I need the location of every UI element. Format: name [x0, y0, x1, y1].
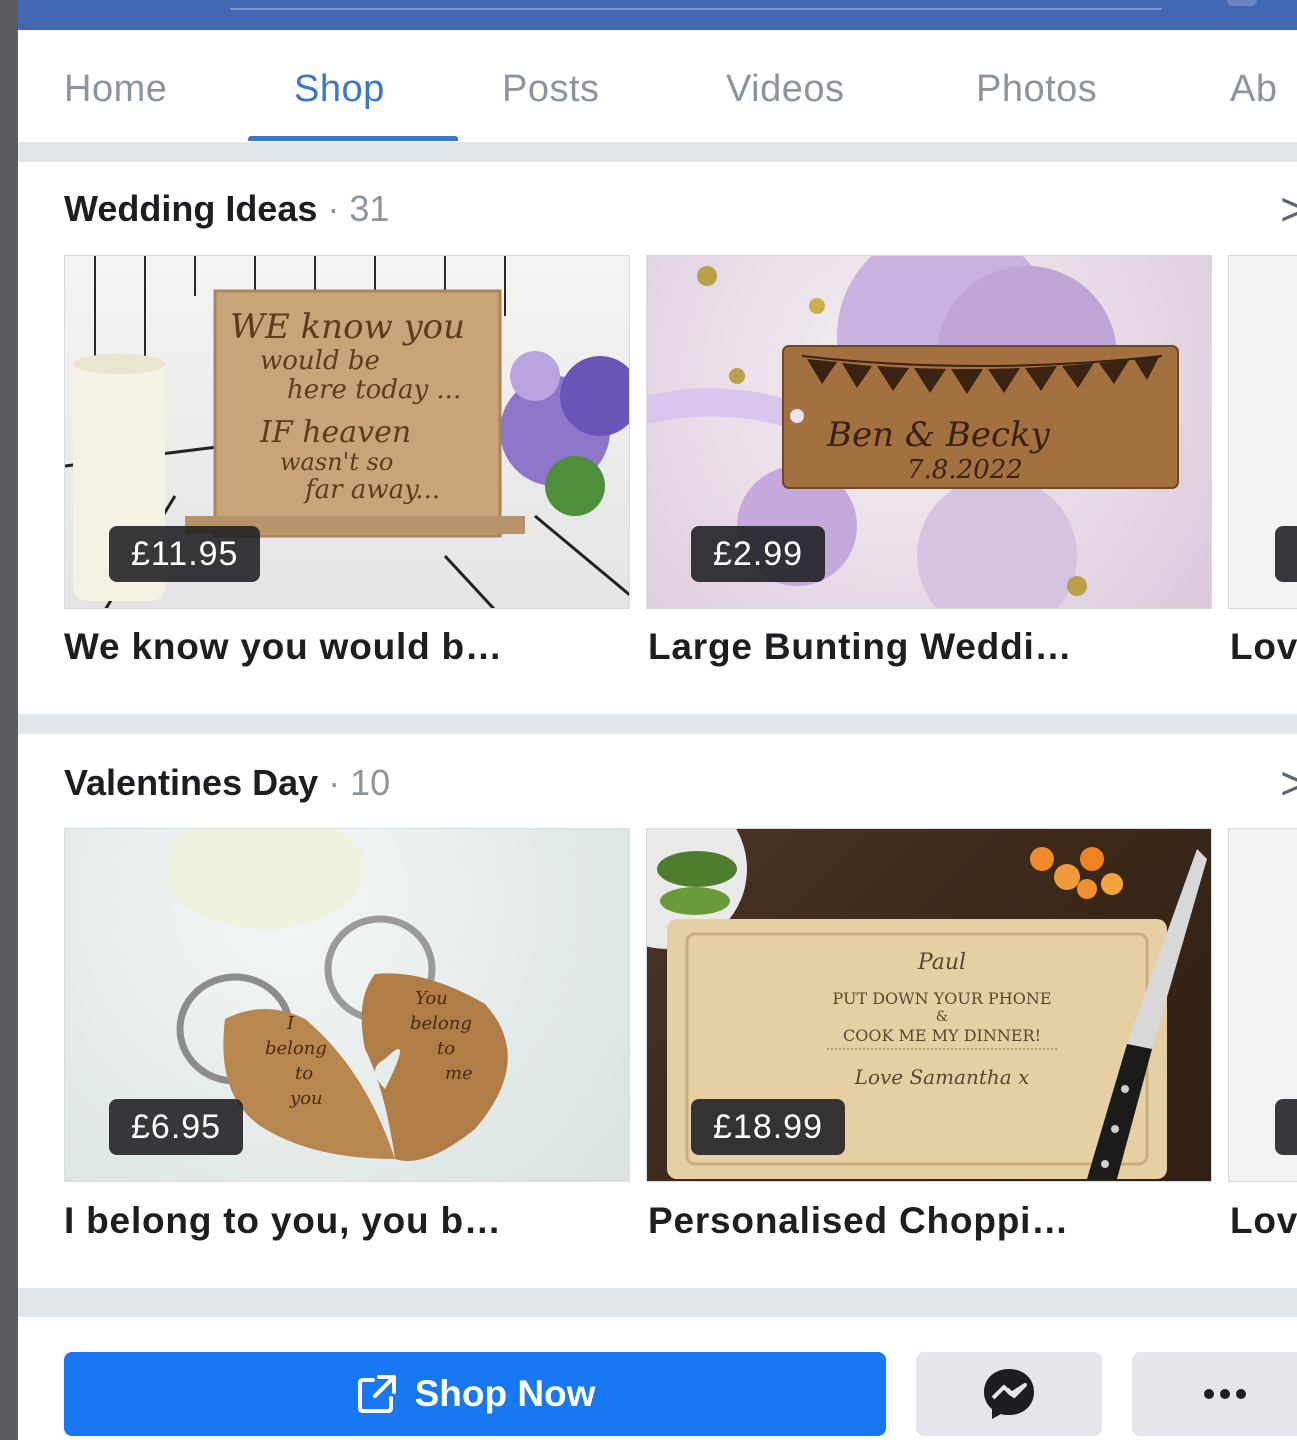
tab-posts[interactable]: Posts — [502, 68, 600, 111]
engraving-line: You — [415, 988, 448, 1009]
section-divider — [18, 714, 1297, 734]
shop-now-label: Shop Now — [414, 1373, 596, 1414]
section-divider — [18, 142, 1297, 162]
product-title[interactable]: We know you would b… — [64, 626, 503, 668]
section-title-text: Wedding Ideas — [64, 188, 318, 229]
engraving-line: me — [445, 1063, 473, 1084]
price-badge: £6.95 — [109, 1099, 244, 1155]
action-bar: Shop Now — [18, 1316, 1297, 1440]
price-badge-partial — [1275, 1099, 1297, 1155]
shop-now-button[interactable]: Shop Now — [64, 1352, 886, 1436]
product-image[interactable]: Ben & Becky 7.8.2022 £2.99 — [646, 255, 1212, 609]
product-image[interactable] — [1228, 828, 1297, 1182]
engraving-line: PUT DOWN YOUR PHONE — [832, 989, 1051, 1008]
engraving-line: COOK ME MY DINNER! — [843, 1026, 1041, 1045]
engraving-line: wasn't so — [280, 448, 393, 476]
engraving-line: you — [289, 1088, 323, 1109]
product-title[interactable]: Personalised Choppi… — [648, 1200, 1069, 1242]
engraving-line: to — [295, 1063, 313, 1084]
tab-home[interactable]: Home — [64, 68, 167, 111]
engraving-line: & — [936, 1009, 948, 1025]
more-options-button[interactable] — [1132, 1352, 1297, 1436]
price-badge: £11.95 — [109, 526, 261, 582]
messenger-button[interactable] — [916, 1352, 1102, 1436]
chevron-right-icon[interactable]: > — [1280, 756, 1297, 810]
engraving-line: Ben & Becky — [826, 415, 1051, 455]
engraving-line: belong — [410, 1013, 472, 1034]
product-title[interactable]: I belong to you, you b… — [64, 1200, 502, 1242]
page-tabs: Home Shop Posts Videos Photos Ab — [18, 30, 1297, 142]
section-divider — [18, 1288, 1297, 1316]
product-title[interactable]: Lov — [1230, 626, 1297, 668]
section-count: · 31 — [317, 188, 390, 229]
engraving-line: would be — [260, 346, 380, 376]
engraving-line: I — [286, 1013, 295, 1034]
engraving-line: belong — [265, 1038, 327, 1059]
engraving-line: here today ... — [287, 375, 461, 405]
product-image[interactable]: WE know you would be here today ... IF h… — [64, 255, 630, 609]
section-title[interactable]: Valentines Day · 10 — [64, 762, 390, 804]
price-badge: £18.99 — [691, 1099, 845, 1155]
messenger-icon — [984, 1369, 1034, 1419]
engraving-line: far away... — [303, 475, 440, 505]
product-image[interactable] — [1228, 255, 1297, 609]
engraving-line: IF heaven — [259, 415, 411, 450]
price-badge: £2.99 — [691, 526, 826, 582]
search-field-underline — [230, 8, 1162, 10]
active-tab-indicator — [248, 136, 458, 141]
top-header-bar — [18, 0, 1297, 30]
tab-about[interactable]: Ab — [1230, 68, 1277, 111]
page-shop-view: Home Shop Posts Videos Photos Ab Wedding… — [18, 0, 1297, 1440]
product-title[interactable]: Large Bunting Weddi… — [648, 626, 1072, 668]
section-count: · 10 — [318, 762, 391, 803]
engraving-line: 7.8.2022 — [907, 455, 1023, 485]
product-image[interactable]: I belong to you You belong to me £6.95 — [64, 828, 630, 1182]
tab-photos[interactable]: Photos — [976, 68, 1097, 111]
header-icon-partial — [1227, 0, 1257, 6]
section-title[interactable]: Wedding Ideas · 31 — [64, 188, 389, 230]
more-icon — [1204, 1389, 1246, 1399]
section-title-text: Valentines Day — [64, 762, 319, 803]
product-title[interactable]: Lov — [1230, 1200, 1297, 1242]
product-image[interactable]: Paul PUT DOWN YOUR PHONE & COOK ME MY DI… — [646, 828, 1212, 1182]
price-badge-partial — [1275, 526, 1297, 582]
engraving-line: Love Samantha x — [854, 1065, 1030, 1089]
external-link-icon — [357, 1375, 396, 1413]
engraving-line: Paul — [917, 950, 966, 975]
tab-shop[interactable]: Shop — [294, 68, 385, 111]
tab-videos[interactable]: Videos — [726, 68, 845, 111]
chevron-right-icon[interactable]: > — [1280, 182, 1297, 236]
engraving-line: WE know you — [230, 307, 465, 347]
engraving-line: to — [437, 1038, 455, 1059]
